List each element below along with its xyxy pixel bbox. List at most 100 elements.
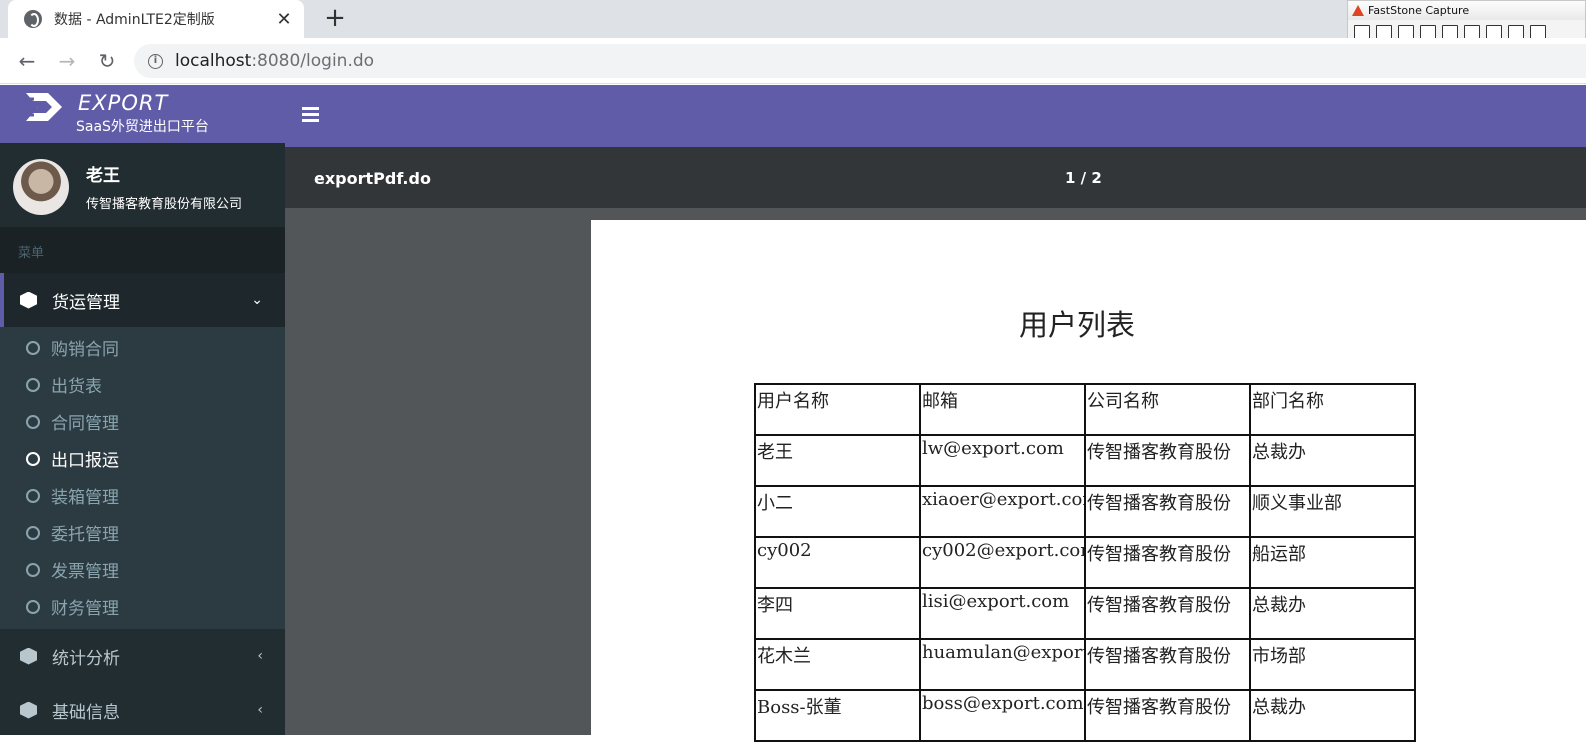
table-row: Boss-张董 boss@export.com 传智播客教育股份 总裁办 xyxy=(754,689,1416,742)
avatar xyxy=(13,159,69,215)
chevron-left-icon: ‹ xyxy=(257,648,263,664)
menu-freight-management[interactable]: 货运管理 ⌄ xyxy=(0,273,285,327)
table-row: 小二 xiaoer@export.com 传智播客教育股份 顺义事业部 xyxy=(754,485,1416,538)
circle-icon xyxy=(26,525,40,540)
table-cell: lw@export.com xyxy=(919,434,1086,487)
submenu-item-invoice-management[interactable]: 发票管理 xyxy=(0,551,285,588)
settings-palette-icon[interactable] xyxy=(1530,25,1546,39)
table-cell: Boss-张董 xyxy=(754,689,921,742)
table-cell: 传智播客教育股份 xyxy=(1084,689,1251,742)
circle-icon xyxy=(26,562,40,577)
user-table: 用户名称 邮箱 公司名称 部门名称 老王 lw@export.com 传智播客教… xyxy=(754,383,1416,742)
export-logo-icon xyxy=(18,93,62,121)
faststone-title-bar[interactable]: FastStone Capture xyxy=(1348,1,1585,20)
pdf-page: 用户列表 用户名称 邮箱 公司名称 部门名称 老王 lw@export.com … xyxy=(591,220,1586,742)
submenu-label: 装箱管理 xyxy=(51,488,119,508)
chevron-down-icon: ⌄ xyxy=(251,292,263,308)
sidebar: EXPORT SaaS外贸进出口平台 老王 传智播客教育股份有限公司 菜单 货运… xyxy=(0,85,285,735)
submenu-item-packing-management[interactable]: 装箱管理 xyxy=(0,477,285,514)
url-host: localhost xyxy=(175,51,252,71)
table-cell: 传智播客教育股份 xyxy=(1084,485,1251,538)
cube-icon xyxy=(20,701,37,719)
table-cell: cy002@export.com xyxy=(919,536,1086,589)
submenu-label: 合同管理 xyxy=(51,414,119,434)
table-cell: huamulan@export. xyxy=(919,638,1086,691)
browser-tab[interactable]: 数据 - AdminLTE2定制版 ✕ xyxy=(8,0,304,38)
menu-label: 货运管理 xyxy=(52,292,120,313)
faststone-title: FastStone Capture xyxy=(1368,4,1470,17)
capture-fullscreen-icon[interactable] xyxy=(1442,25,1458,39)
table-header-row: 用户名称 邮箱 公司名称 部门名称 xyxy=(754,383,1416,436)
menu-label: 统计分析 xyxy=(52,648,120,669)
pdf-viewer[interactable]: 用户列表 用户名称 邮箱 公司名称 部门名称 老王 lw@export.com … xyxy=(285,208,1586,742)
table-cell: 总裁办 xyxy=(1249,587,1416,640)
table-cell: 顺义事业部 xyxy=(1249,485,1416,538)
submenu-item-consignment-management[interactable]: 委托管理 xyxy=(0,514,285,551)
capture-window-icon[interactable] xyxy=(1354,25,1370,39)
menu-label: 基础信息 xyxy=(52,702,120,723)
address-bar: ← → ↻ i localhost:8080/login.do xyxy=(0,38,1586,84)
submenu-label: 出口报运 xyxy=(51,451,119,471)
table-cell: 船运部 xyxy=(1249,536,1416,589)
url-path: :8080/login.do xyxy=(251,51,375,71)
menu-header: 菜单 xyxy=(0,227,285,273)
brand-logo[interactable]: EXPORT SaaS外贸进出口平台 xyxy=(0,85,285,143)
capture-freehand-icon[interactable] xyxy=(1420,25,1436,39)
table-cell: xiaoer@export.com xyxy=(919,485,1086,538)
circle-icon xyxy=(26,451,40,466)
top-navbar xyxy=(285,85,1586,147)
table-cell: lisi@export.com xyxy=(919,587,1086,640)
back-arrow-icon[interactable]: ← xyxy=(14,48,40,74)
pdf-filename: exportPdf.do xyxy=(314,169,431,188)
capture-region-icon[interactable] xyxy=(1398,25,1414,39)
pdf-title: 用户列表 xyxy=(1019,308,1136,342)
circle-icon xyxy=(26,340,40,355)
table-cell: 老王 xyxy=(754,434,921,487)
table-cell: 市场部 xyxy=(1249,638,1416,691)
screen-recorder-icon[interactable] xyxy=(1508,25,1524,39)
user-name: 老王 xyxy=(86,166,120,186)
table-cell: cy002 xyxy=(754,536,921,589)
menu-statistics[interactable]: 统计分析 ‹ xyxy=(0,629,285,683)
table-cell: 李四 xyxy=(754,587,921,640)
globe-icon xyxy=(24,10,42,28)
table-row: 老王 lw@export.com 传智播客教育股份 总裁办 xyxy=(754,434,1416,487)
table-cell: 传智播客教育股份 xyxy=(1084,434,1251,487)
reload-icon[interactable]: ↻ xyxy=(94,48,120,74)
menu-basic-info[interactable]: 基础信息 ‹ xyxy=(0,683,285,737)
submenu-item-finance-management[interactable]: 财务管理 xyxy=(0,588,285,625)
submenu-item-export-declaration[interactable]: 出口报运 xyxy=(0,440,285,477)
sidebar-toggle-icon[interactable] xyxy=(302,107,319,122)
submenu-item-contract-management[interactable]: 合同管理 xyxy=(0,403,285,440)
cube-icon xyxy=(20,291,37,309)
submenu-item-purchase-contract[interactable]: 购销合同 xyxy=(0,329,285,366)
capture-fixed-region-icon[interactable] xyxy=(1486,25,1502,39)
freight-submenu: 购销合同 出货表 合同管理 出口报运 装箱管理 委托管理 发票管理 财务管理 xyxy=(0,327,285,629)
table-cell: 总裁办 xyxy=(1249,434,1416,487)
table-cell: boss@export.com xyxy=(919,689,1086,742)
table-cell: 传智播客教育股份 xyxy=(1084,638,1251,691)
capture-scrolling-icon[interactable] xyxy=(1464,25,1480,39)
new-tab-button[interactable]: + xyxy=(320,4,350,34)
submenu-label: 财务管理 xyxy=(51,599,119,619)
user-panel: 老王 传智播客教育股份有限公司 xyxy=(0,143,285,227)
table-header-cell: 邮箱 xyxy=(919,383,1086,436)
logo-subtitle: SaaS外贸进出口平台 xyxy=(76,119,209,135)
url-input[interactable]: i localhost:8080/login.do xyxy=(134,44,1586,78)
close-tab-icon[interactable]: ✕ xyxy=(274,9,294,30)
logo-text: EXPORT xyxy=(78,91,169,115)
table-cell: 传智播客教育股份 xyxy=(1084,536,1251,589)
capture-object-icon[interactable] xyxy=(1376,25,1392,39)
info-icon[interactable]: i xyxy=(148,53,163,69)
user-company: 传智播客教育股份有限公司 xyxy=(86,197,243,212)
submenu-label: 出货表 xyxy=(51,377,102,397)
table-header-cell: 部门名称 xyxy=(1249,383,1416,436)
circle-icon xyxy=(26,377,40,392)
pdf-toolbar: exportPdf.do 1 / 2 xyxy=(285,147,1586,208)
submenu-label: 购销合同 xyxy=(51,340,119,360)
table-cell: 花木兰 xyxy=(754,638,921,691)
submenu-label: 发票管理 xyxy=(51,562,119,582)
submenu-item-shipping-list[interactable]: 出货表 xyxy=(0,366,285,403)
forward-arrow-icon[interactable]: → xyxy=(54,48,80,74)
circle-icon xyxy=(26,488,40,503)
